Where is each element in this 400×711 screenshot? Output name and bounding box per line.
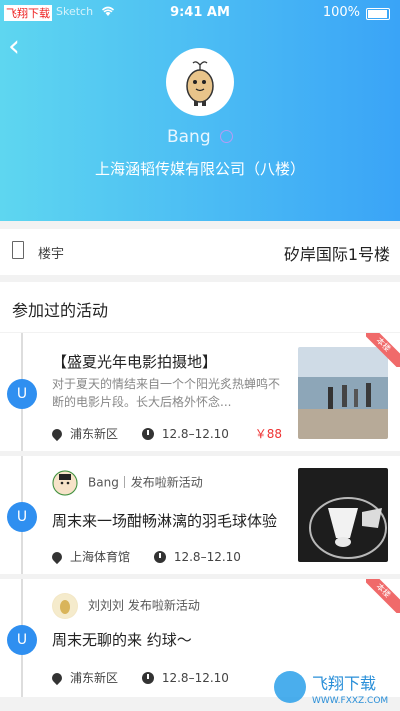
activity-date: 12.8–12.10 (161, 427, 229, 441)
clock-icon (153, 551, 166, 563)
avatar[interactable] (166, 48, 234, 116)
location-icon (49, 670, 65, 686)
publisher-row: Bang｜发布啦新活动 (52, 470, 203, 496)
back-icon[interactable]: ‹ (8, 32, 36, 64)
profile-name: Bang (166, 127, 211, 147)
publisher-avatar[interactable] (52, 470, 78, 496)
activity-price: ￥88 (254, 427, 282, 441)
publisher-avatar[interactable] (52, 593, 78, 619)
activity-meta: 浦东新区 12.8–12.10 (49, 425, 229, 442)
activity-meta: 上海体育馆 12.8–12.10 (49, 548, 241, 565)
publisher-row: 刘刘刘 发布啦新活动 (52, 593, 200, 619)
user-badge-icon: U (7, 502, 37, 532)
activity-meta: 浦东新区 12.8–12.10 (49, 669, 229, 686)
activity-title: 周末来一场酣畅淋漓的羽毛球体验 (52, 512, 278, 530)
profile-company: 上海涵韬传媒有限公司（八楼） (94, 160, 305, 178)
activity-location: 浦东新区 (70, 427, 119, 441)
building-icon (12, 241, 24, 259)
building-label: 楼宇 (38, 247, 65, 262)
profile-name-row: Bang (0, 127, 400, 147)
same-building-tag: 本楼 (366, 333, 400, 367)
activity-description: 对于夏天的情结来自一个个阳光炙热蝉鸣不断的电影片段。长大后格外怀念... (52, 377, 281, 409)
activity-location: 上海体育馆 (70, 550, 131, 564)
activity-date: 12.8–12.10 (173, 550, 241, 564)
gender-icon (220, 130, 234, 143)
svg-text:飞翔下载: 飞翔下载 (312, 674, 376, 693)
battery-percent: 100% (322, 5, 360, 20)
activity-card[interactable]: U Bang｜发布啦新活动 周末来一场酣畅淋漓的羽毛球体验 上海体育馆 12.8… (0, 456, 400, 574)
activity-location: 浦东新区 (70, 671, 119, 685)
publisher-text: 刘刘刘 发布啦新活动 (88, 598, 200, 613)
activity-title: 【盛夏光年电影拍摄地】 (52, 353, 218, 371)
status-bar: 飞翔下载 Sketch 9:41 AM 100% (0, 0, 400, 26)
activity-date: 12.8–12.10 (161, 671, 229, 685)
profile-header: 飞翔下载 Sketch 9:41 AM 100% ‹ Bang 上海涵韬传媒有限… (0, 0, 400, 221)
battery-icon (366, 8, 390, 20)
section-header: 参加过的活动 (0, 282, 400, 332)
user-badge-icon: U (7, 379, 37, 409)
location-icon (49, 549, 65, 565)
svg-text:WWW.FXXZ.COM: WWW.FXXZ.COM (312, 696, 388, 706)
location-icon (49, 426, 65, 442)
publisher-text: Bang｜发布啦新活动 (88, 475, 203, 490)
building-row[interactable]: 楼宇 矽岸国际1号楼 (0, 229, 400, 275)
activity-thumbnail[interactable] (298, 468, 388, 562)
activity-title: 周末无聊的来 约球～ (52, 631, 192, 649)
user-badge-icon: U (7, 625, 37, 655)
activity-card[interactable]: U 【盛夏光年电影拍摄地】 对于夏天的情结来自一个个阳光炙热蝉鸣不断的电影片段。… (0, 333, 400, 451)
watermark-logo: 飞翔下载 WWW.FXXZ.COM (272, 667, 396, 707)
clock-icon (141, 672, 154, 684)
section-title: 参加过的活动 (12, 301, 109, 320)
same-building-tag: 本楼 (366, 579, 400, 613)
building-value: 矽岸国际1号楼 (283, 245, 390, 264)
clock-icon (141, 428, 154, 440)
